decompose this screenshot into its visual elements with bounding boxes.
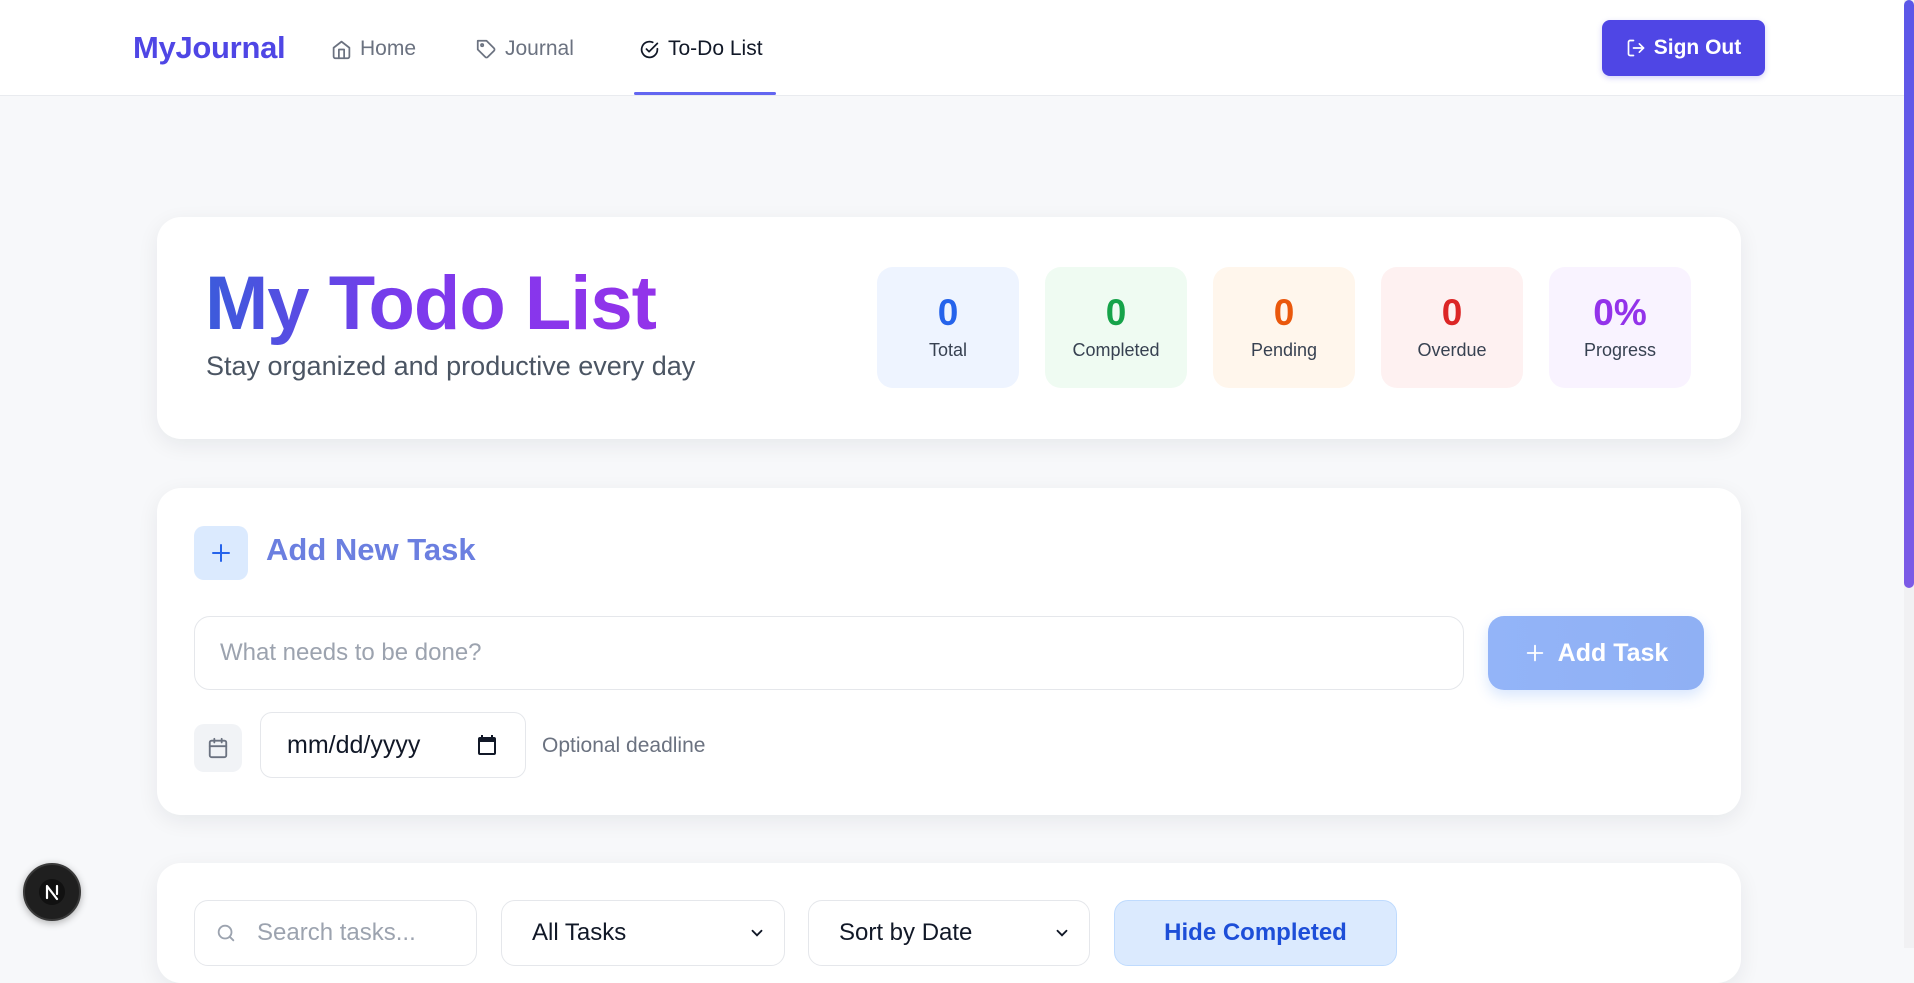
brand-logo[interactable]: MyJournal [133, 30, 286, 66]
stat-label: Overdue [1417, 339, 1487, 360]
stat-label: Total [928, 339, 968, 360]
status-filter-value: All Tasks [532, 919, 627, 946]
nav-link-label: To-Do List [668, 37, 763, 60]
add-task-button-label: Add Task [1557, 638, 1669, 667]
plus-icon [194, 526, 248, 580]
task-title-input[interactable] [194, 616, 1464, 690]
nextjs-dev-badge[interactable] [23, 863, 81, 921]
chevron-down-icon [751, 929, 763, 937]
top-navbar: MyJournal Home Journal To-Do List Sign O… [0, 0, 1904, 96]
stat-overdue: 0 Overdue [1381, 267, 1523, 388]
calendar-icon [194, 724, 242, 772]
plus-icon [1526, 644, 1543, 662]
stat-label: Completed [1072, 339, 1160, 360]
sort-select[interactable]: Sort by Date [808, 900, 1090, 966]
nav-link-label: Home [360, 37, 417, 60]
page-title: My Todo List [205, 261, 657, 346]
stat-progress: 0% Progress [1549, 267, 1691, 388]
log-out-icon [1627, 39, 1645, 57]
search-tasks-field[interactable]: Search tasks... [194, 900, 477, 966]
date-placeholder: mm/dd/yyyy [287, 730, 421, 759]
sign-out-label: Sign Out [1653, 36, 1742, 59]
search-placeholder: Search tasks... [257, 919, 416, 946]
search-icon [217, 924, 235, 942]
add-task-button[interactable]: Add Task [1488, 616, 1704, 690]
stat-completed: 0 Completed [1045, 267, 1187, 388]
stat-value: 0% [1593, 292, 1647, 333]
page-subtitle: Stay organized and productive every day [206, 351, 696, 381]
deadline-date-input[interactable]: mm/dd/yyyy [260, 712, 526, 778]
filter-card: Search tasks... All Tasks Sort by Date H… [157, 863, 1741, 983]
home-icon [332, 40, 351, 59]
stat-pending: 0 Pending [1213, 267, 1355, 388]
stat-total: 0 Total [877, 267, 1019, 388]
nav-link-journal[interactable]: Journal [476, 36, 574, 62]
nav-link-home[interactable]: Home [331, 36, 416, 62]
stat-value: 0 [1441, 292, 1463, 333]
hide-completed-button[interactable]: Hide Completed [1114, 900, 1397, 966]
tag-icon [476, 39, 496, 58]
summary-card: My Todo List Stay organized and producti… [157, 217, 1741, 439]
stat-value: 0 [1273, 292, 1295, 333]
check-circle-icon [640, 40, 659, 58]
active-tab-indicator [634, 92, 776, 95]
status-filter-select[interactable]: All Tasks [501, 900, 785, 966]
stat-label: Progress [1583, 339, 1657, 360]
sign-out-button[interactable]: Sign Out [1602, 20, 1765, 76]
add-task-heading: Add New Task [266, 532, 476, 567]
nav-link-label: Journal [505, 37, 574, 60]
deadline-hint: Optional deadline [542, 734, 706, 757]
sort-value: Sort by Date [839, 919, 973, 946]
stat-value: 0 [1105, 292, 1127, 333]
chevron-down-icon [1056, 929, 1068, 937]
scrollbar-thumb[interactable] [1904, 0, 1914, 588]
nav-link-todo[interactable]: To-Do List [639, 36, 763, 62]
stat-label: Pending [1250, 339, 1318, 360]
stat-value: 0 [937, 292, 959, 333]
nextjs-logo-icon [39, 879, 65, 905]
calendar-picker-icon[interactable] [475, 733, 499, 757]
add-task-card: Add New Task Add Task mm/dd/yyyy Optiona… [157, 488, 1741, 815]
